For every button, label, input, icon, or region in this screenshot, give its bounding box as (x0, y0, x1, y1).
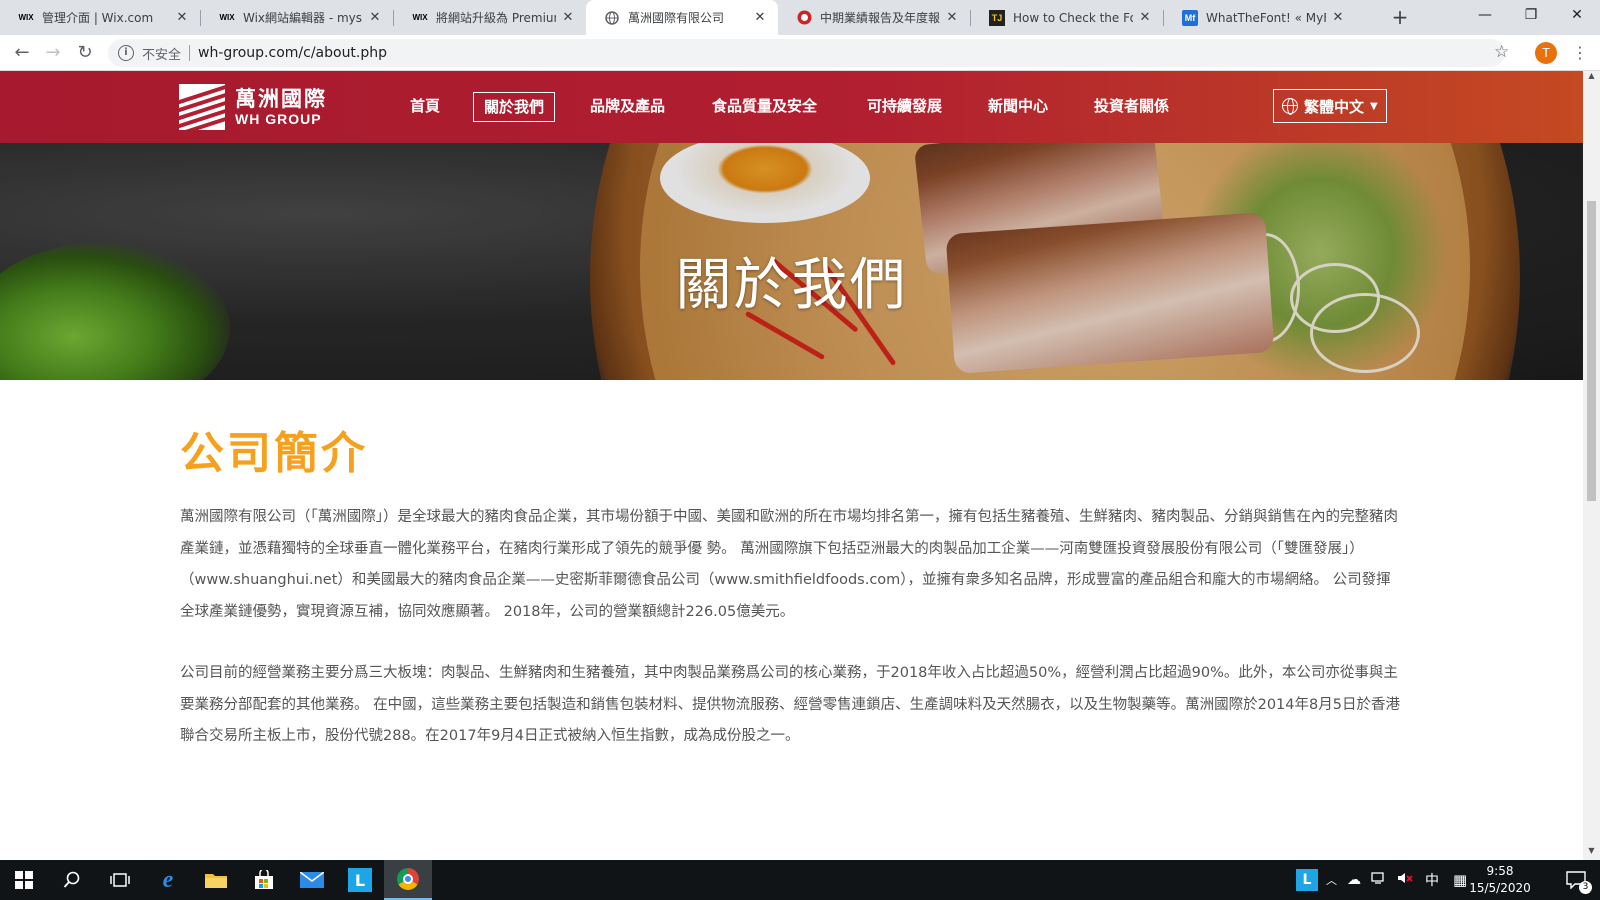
browser-menu-icon[interactable]: ⋮ (1572, 43, 1588, 62)
wh-group-logo[interactable]: 萬洲國際 WH GROUP (179, 83, 327, 131)
tab-close-icon[interactable]: ✕ (560, 10, 576, 25)
bookmark-star-icon[interactable]: ☆ (1494, 42, 1509, 62)
search-icon[interactable] (48, 860, 96, 900)
l-tray-icon[interactable]: L (1296, 869, 1318, 891)
notification-count: 3 (1579, 881, 1592, 894)
red-seal-favicon-icon (796, 10, 812, 26)
hero-banner: 關於我們 (0, 143, 1583, 380)
logo-text: 萬洲國際 WH GROUP (235, 87, 327, 127)
store-icon[interactable] (240, 860, 288, 900)
tj-favicon-icon: TJ (989, 9, 1005, 26)
browser-tab[interactable]: WIX Wix網站編輯器 - mysite ✕ (201, 0, 393, 35)
nav-home[interactable]: 首頁 (400, 92, 450, 122)
system-tray: L ︿ ☁ 中 ▦ (1296, 860, 1467, 900)
nav-brands[interactable]: 品牌及產品 (580, 92, 675, 122)
scrollbar-thumb[interactable] (1587, 201, 1596, 501)
logo-mark-icon (179, 84, 225, 130)
new-tab-button[interactable]: + (1388, 6, 1412, 30)
tab-close-icon[interactable]: ✕ (367, 10, 383, 25)
close-window-button[interactable]: ✕ (1554, 0, 1600, 32)
browser-tab[interactable]: Mf WhatTheFont! « MyFon ✕ (1164, 0, 1356, 35)
address-divider (189, 45, 191, 61)
restore-button[interactable]: ❐ (1508, 0, 1554, 32)
chrome-icon[interactable] (384, 860, 432, 900)
wix-favicon-icon: WIX (18, 13, 34, 22)
tab-title: 萬洲國際有限公司 (628, 11, 725, 25)
profile-avatar[interactable]: T (1535, 42, 1557, 64)
tab-title: 管理介面 | Wix.com (42, 11, 154, 25)
tab-title: How to Check the Font (1013, 10, 1133, 25)
browser-tab-active[interactable]: 萬洲國際有限公司 ✕ (586, 0, 778, 35)
notification-center-icon[interactable]: 3 (1552, 860, 1600, 900)
page-scrollbar[interactable]: ▲ ▼ (1583, 71, 1600, 860)
language-label: 繁體中文 (1304, 97, 1365, 116)
wix-favicon-icon: WIX (412, 13, 428, 22)
nav-news[interactable]: 新聞中心 (978, 92, 1058, 122)
site-header: 萬洲國際 WH GROUP 首頁 關於我們 品牌及產品 食品質量及安全 可持續發… (0, 71, 1583, 143)
file-explorer-icon[interactable] (192, 860, 240, 900)
clock-time: 9:58 (1486, 864, 1514, 878)
tab-title: 將網站升級為 Premium (436, 11, 556, 25)
tab-close-icon[interactable]: ✕ (944, 10, 960, 25)
scroll-down-arrow-icon[interactable]: ▼ (1583, 846, 1600, 860)
tab-title: Wix網站編輯器 - mysite (243, 11, 363, 25)
edge-icon[interactable]: e (144, 860, 192, 900)
browser-tab[interactable]: 中期業績報告及年度報告 ✕ (778, 0, 970, 35)
browser-tab[interactable]: WIX 將網站升級為 Premium ✕ (394, 0, 586, 35)
chevron-down-icon: ▼ (1370, 100, 1378, 112)
reload-button[interactable]: ↻ (73, 41, 97, 65)
clock-date: 15/5/2020 (1469, 881, 1531, 895)
minimize-button[interactable]: — (1462, 0, 1508, 32)
url-text[interactable]: wh-group.com/c/about.php (198, 45, 387, 61)
wix-favicon-icon: WIX (219, 13, 235, 22)
nav-investors[interactable]: 投資者關係 (1084, 92, 1179, 122)
tab-close-icon[interactable]: ✕ (174, 10, 190, 25)
page-viewport: 萬洲國際 WH GROUP 首頁 關於我們 品牌及產品 食品質量及安全 可持續發… (0, 71, 1583, 860)
browser-tab-strip: WIX 管理介面 | Wix.com ✕ WIX Wix網站編輯器 - mysi… (0, 0, 1600, 35)
main-content: 公司簡介 萬洲國際有限公司（「萬洲國際」）是全球最大的豬肉食品企業，其市場份額于… (180, 426, 1405, 753)
ime-indicator[interactable]: 中 (1425, 870, 1439, 890)
logo-english: WH GROUP (235, 111, 322, 127)
myfonts-favicon-icon: Mf (1182, 9, 1198, 26)
task-view-icon[interactable] (96, 860, 144, 900)
system-clock[interactable]: 9:58 15/5/2020 (1460, 863, 1540, 897)
tab-close-icon[interactable]: ✕ (1137, 10, 1153, 25)
tab-title: WhatTheFont! « MyFon (1206, 10, 1326, 25)
windows-taskbar: e L L ︿ ☁ 中 ▦ 9:58 15/5/2020 3 (0, 860, 1600, 900)
tab-title: 中期業績報告及年度報告 (820, 11, 940, 25)
language-selector[interactable]: 繁體中文 ▼ (1273, 89, 1387, 123)
scroll-up-arrow-icon[interactable]: ▲ (1583, 71, 1600, 85)
network-icon[interactable] (1371, 871, 1387, 889)
intro-paragraph: 萬洲國際有限公司（「萬洲國際」）是全球最大的豬肉食品企業，其市場份額于中國、美國… (180, 509, 1398, 620)
info-icon[interactable]: i (118, 45, 134, 61)
back-button[interactable]: ← (10, 41, 34, 65)
tab-close-icon[interactable]: ✕ (1330, 10, 1346, 25)
tab-close-icon[interactable]: ✕ (752, 10, 768, 25)
forward-button[interactable]: → (41, 41, 65, 65)
business-paragraph: 公司目前的經營業務主要分爲三大板塊：肉製品、生鮮豬肉和生豬養殖，其中肉製品業務爲… (180, 665, 1400, 744)
globe-favicon-icon (604, 10, 620, 26)
mail-icon[interactable] (288, 860, 336, 900)
browser-tab[interactable]: WIX 管理介面 | Wix.com ✕ (0, 0, 200, 35)
nav-food-safety[interactable]: 食品質量及安全 (702, 92, 827, 122)
volume-muted-icon[interactable] (1397, 871, 1413, 889)
nav-sustainability[interactable]: 可持續發展 (857, 92, 952, 122)
security-label: 不安全 (142, 47, 182, 63)
browser-toolbar: ← → ↻ i 不安全 wh-group.com/c/about.php (0, 35, 1600, 71)
chevron-up-icon[interactable]: ︿ (1326, 872, 1337, 888)
section-title: 公司簡介 (180, 428, 368, 479)
l-app-icon[interactable]: L (336, 860, 384, 900)
onedrive-icon[interactable]: ☁ (1347, 872, 1361, 888)
nav-about[interactable]: 關於我們 (473, 92, 556, 122)
browser-tab[interactable]: TJ How to Check the Font ✕ (971, 0, 1163, 35)
windows-start-icon[interactable] (0, 860, 48, 900)
address-bar[interactable]: i 不安全 wh-group.com/c/about.php (108, 39, 1505, 67)
logo-chinese: 萬洲國際 (235, 87, 327, 111)
globe-icon (1282, 98, 1298, 115)
hero-title: 關於我們 (675, 253, 908, 318)
